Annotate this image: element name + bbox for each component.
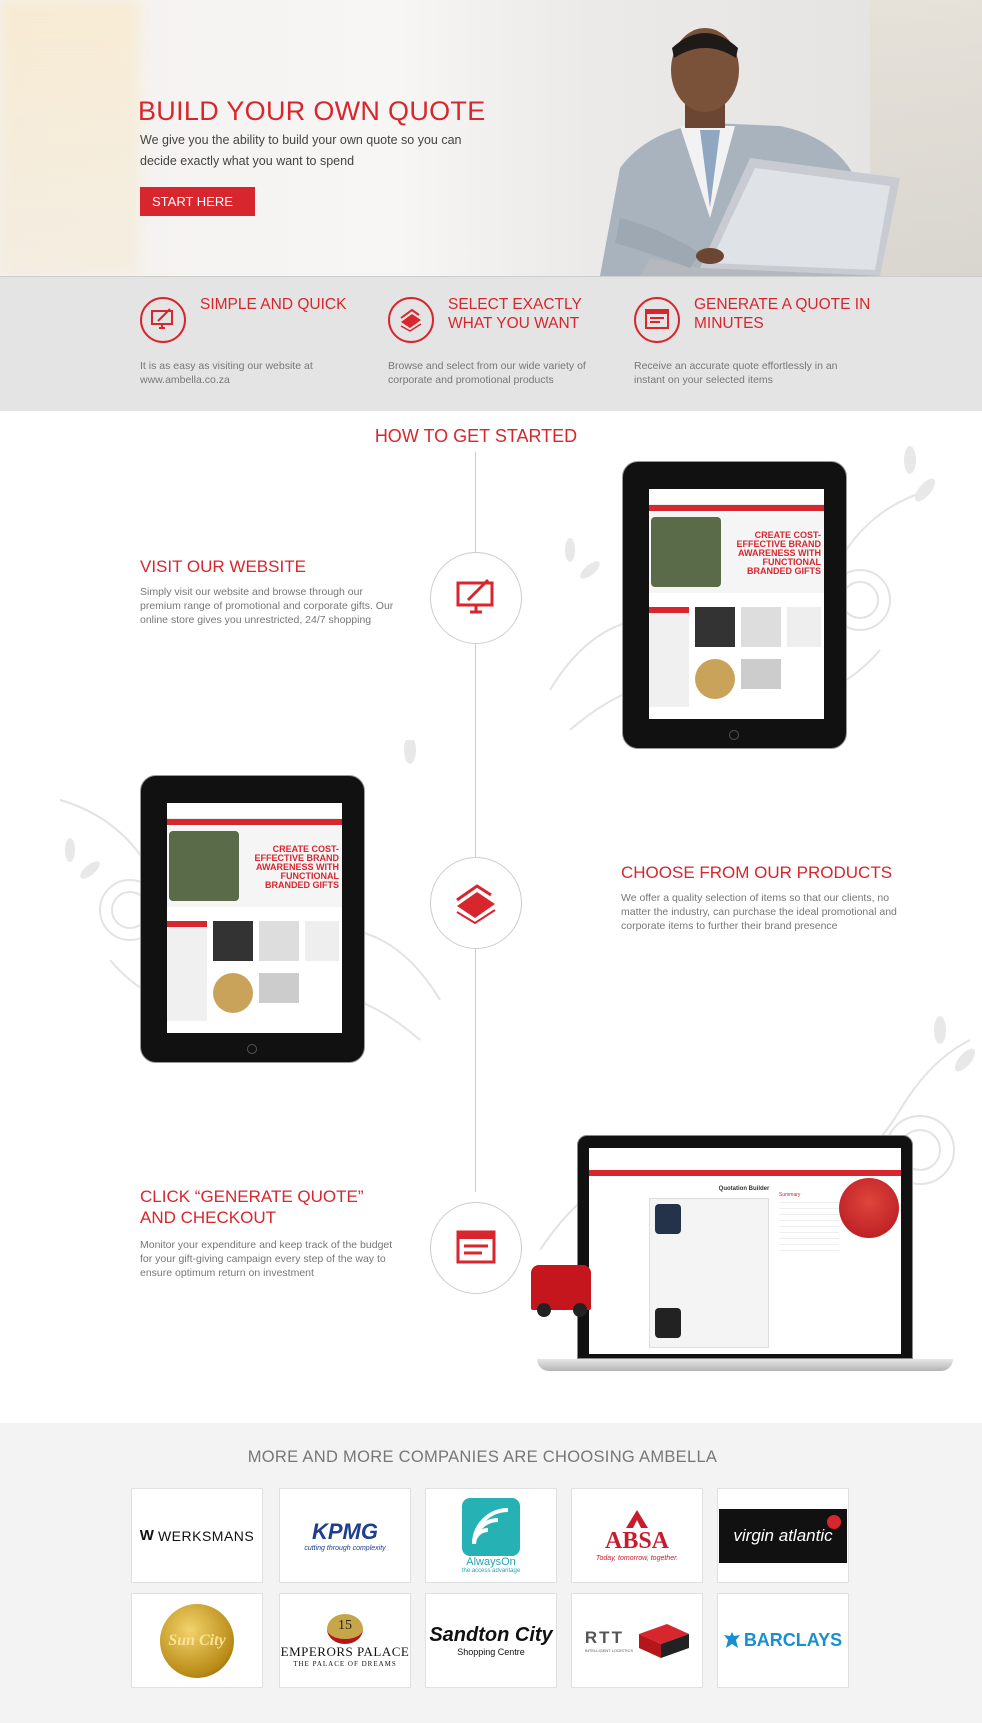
feature-title: SELECT EXACTLY WHAT YOU WANT	[448, 296, 582, 332]
feature-text: Browse and select from our wide variety …	[388, 360, 586, 386]
feature-title: GENERATE A QUOTE IN MINUTES	[694, 296, 871, 332]
logo-absa: ABSA Today, tomorrow, together.	[571, 1488, 703, 1583]
summary-label: Summary	[779, 1192, 801, 1198]
monitor-pen-icon	[430, 552, 522, 644]
absa-mark-icon	[626, 1509, 648, 1528]
step-title: VISIT OUR WEBSITE	[140, 557, 306, 576]
home-button	[729, 730, 739, 740]
logo-emperors-palace: 15 EMPERORS PALACE THE PALACE OF DREAMS	[279, 1593, 411, 1688]
logo-alwayson: AlwaysOn the access advantage	[425, 1488, 557, 1583]
banner-text: CREATE COST-EFFECTIVE BRAND AWARENESS WI…	[254, 844, 339, 890]
step-text: We offer a quality selection of items so…	[621, 892, 897, 932]
step-title: CLICK “GENERATE QUOTE” AND CHECKOUT	[140, 1187, 364, 1227]
banner-text: CREATE COST-EFFECTIVE BRAND AWARENESS WI…	[736, 530, 821, 576]
tablet-mockup-products: CREATE COST-EFFECTIVE BRAND AWARENESS WI…	[140, 775, 365, 1063]
businessman-laptop-image	[600, 28, 900, 276]
hero-title: BUILD YOUR OWN QUOTE	[138, 96, 486, 126]
tablet-mockup-store: CREATE COST-EFFECTIVE BRAND AWARENESS WI…	[622, 461, 847, 749]
store-screenshot: CREATE COST-EFFECTIVE BRAND AWARENESS WI…	[649, 489, 824, 719]
quote-builder-screenshot: Quotation Builder Summary	[589, 1148, 901, 1354]
feature-title: SIMPLE AND QUICK	[200, 296, 347, 313]
logo-kpmg: KPMG cutting through complexity	[279, 1488, 411, 1583]
logo-werksmans: W WERKSMANS	[131, 1488, 263, 1583]
eagle-icon	[723, 1631, 740, 1648]
quote-document-icon	[430, 1202, 522, 1294]
hero-subtitle: We give you the ability to build your ow…	[140, 133, 462, 168]
feature-text: It is as easy as visiting our website at…	[140, 360, 313, 386]
start-here-button[interactable]: START HERE	[140, 187, 255, 216]
quote-document-icon	[634, 297, 680, 343]
step-title: CHOOSE FROM OUR PRODUCTS	[621, 863, 893, 882]
laptop-mockup-quote: Quotation Builder Summary	[531, 1135, 953, 1380]
wifi-icon	[462, 1497, 520, 1556]
step-text: Monitor your expenditure and keep track …	[140, 1239, 393, 1279]
logo-rtt: RTT INTELLIGENT LOGISTICS	[571, 1593, 703, 1688]
features-band: SIMPLE AND QUICK It is as easy as visiti…	[0, 276, 982, 411]
clients-title: MORE AND MORE COMPANIES ARE CHOOSING AMB…	[247, 1448, 718, 1466]
hero-section: BUILD YOUR OWN QUOTE We give you the abi…	[0, 0, 982, 276]
feature-text: Receive an accurate quote effortlessly i…	[634, 360, 838, 386]
logo-virgin-atlantic: virgin atlantic	[717, 1488, 849, 1583]
step-text: Simply visit our website and browse thro…	[140, 586, 394, 626]
clients-section: MORE AND MORE COMPANIES ARE CHOOSING AMB…	[0, 1423, 982, 1723]
monitor-pen-icon	[140, 297, 186, 343]
logo-sun-city: Sun City	[131, 1593, 263, 1688]
swatches-icon	[430, 857, 522, 949]
swatches-icon	[388, 297, 434, 343]
rtt-cube-icon	[639, 1623, 690, 1658]
logo-sandton-city: Sandton City Shopping Centre	[425, 1593, 557, 1688]
home-button	[247, 1044, 257, 1054]
virgin-badge-icon	[827, 1514, 841, 1529]
hero-background-blur	[0, 0, 140, 276]
store-screenshot: CREATE COST-EFFECTIVE BRAND AWARENESS WI…	[167, 803, 342, 1033]
logo-barclays: BARCLAYS	[717, 1593, 849, 1688]
